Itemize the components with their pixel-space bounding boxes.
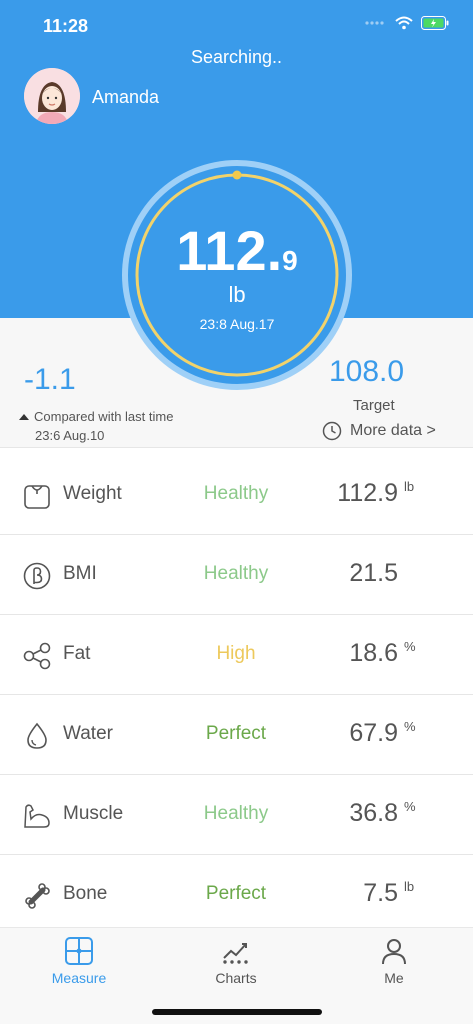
metric-row-muscle[interactable]: Muscle Healthy 36.8 % [0, 775, 473, 855]
tab-me[interactable]: Me [344, 936, 444, 986]
metric-value: 36.8 [349, 799, 398, 827]
tab-label: Me [384, 970, 404, 986]
metric-value: 112.9 [337, 479, 398, 507]
muscle-icon [24, 804, 50, 828]
metric-unit: % [404, 799, 416, 814]
avatar[interactable] [24, 68, 80, 124]
metric-status: High [216, 643, 256, 664]
metric-unit: % [404, 719, 416, 734]
metric-value: 7.5 [363, 879, 398, 907]
metric-status: Healthy [203, 563, 269, 584]
metric-row-fat[interactable]: Fat High 18.6 % [0, 615, 473, 695]
clock-icon [322, 421, 342, 441]
metric-unit: % [404, 639, 416, 654]
weight-gauge: 112.9 lb 23:8 Aug.17 [122, 160, 352, 390]
battery-icon [421, 16, 449, 30]
metric-status: Perfect [205, 883, 267, 904]
metric-status: Perfect [205, 723, 267, 744]
user-name[interactable]: Amanda [92, 87, 159, 108]
connection-status: Searching.. [190, 47, 283, 67]
metric-value: 18.6 [349, 639, 398, 667]
compare-time: 23:6 Aug.10 [35, 428, 105, 443]
scale-icon [24, 485, 50, 509]
metric-row-bmi[interactable]: BMI Healthy 21.5 [0, 535, 473, 615]
weight-unit: lb [228, 282, 246, 307]
compare-label-row: Compared with last time [19, 409, 173, 424]
target-label: Target [353, 397, 395, 414]
metric-value: 21.5 [349, 559, 398, 587]
metric-status: Healthy [203, 483, 269, 504]
home-indicator [152, 1009, 322, 1015]
water-drop-icon [27, 722, 47, 749]
tab-charts[interactable]: Charts [186, 936, 286, 986]
metric-row-weight[interactable]: Weight Healthy 112.9 lb [0, 455, 473, 535]
signal-icon [365, 21, 384, 25]
metric-status: Healthy [203, 803, 269, 824]
metric-name: Weight [63, 483, 122, 504]
metric-name: Water [63, 723, 113, 744]
status-time: 11:28 [43, 16, 89, 36]
weight-decimal: 9 [282, 245, 298, 276]
triangle-up-icon [19, 414, 29, 420]
weight-delta: -1.1 [24, 363, 76, 396]
metric-name: BMI [63, 563, 97, 584]
weight-timestamp: 23:8 Aug.17 [199, 316, 275, 332]
metric-unit: lb [404, 879, 415, 894]
more-data-link[interactable]: More data > [322, 421, 436, 441]
metric-name: Bone [63, 883, 108, 904]
current-weight: 112.9 [122, 218, 352, 283]
measure-icon [65, 937, 93, 965]
metric-value: 67.9 [349, 719, 398, 747]
tab-label: Charts [215, 970, 257, 986]
tab-measure[interactable]: Measure [29, 936, 129, 986]
metric-row-water[interactable]: Water Perfect 67.9 % [0, 695, 473, 775]
fat-icon [23, 642, 51, 670]
status-icons [365, 16, 449, 30]
more-data-label: More data > [350, 422, 436, 439]
target-value[interactable]: 108.0 [329, 355, 404, 389]
metric-name: Muscle [63, 803, 124, 824]
compare-label: Compared with last time [34, 409, 174, 424]
bmi-icon [23, 562, 51, 590]
tab-label: Measure [51, 970, 107, 986]
wifi-icon [395, 16, 413, 30]
person-icon [382, 939, 406, 965]
charts-icon [223, 943, 248, 964]
weight-integer: 112. [176, 219, 283, 282]
metric-unit: lb [404, 479, 415, 494]
bone-icon [25, 883, 50, 909]
metric-name: Fat [63, 643, 91, 664]
metric-row-bone[interactable]: Bone Perfect 7.5 lb [0, 855, 473, 935]
avatar-icon [24, 68, 80, 124]
